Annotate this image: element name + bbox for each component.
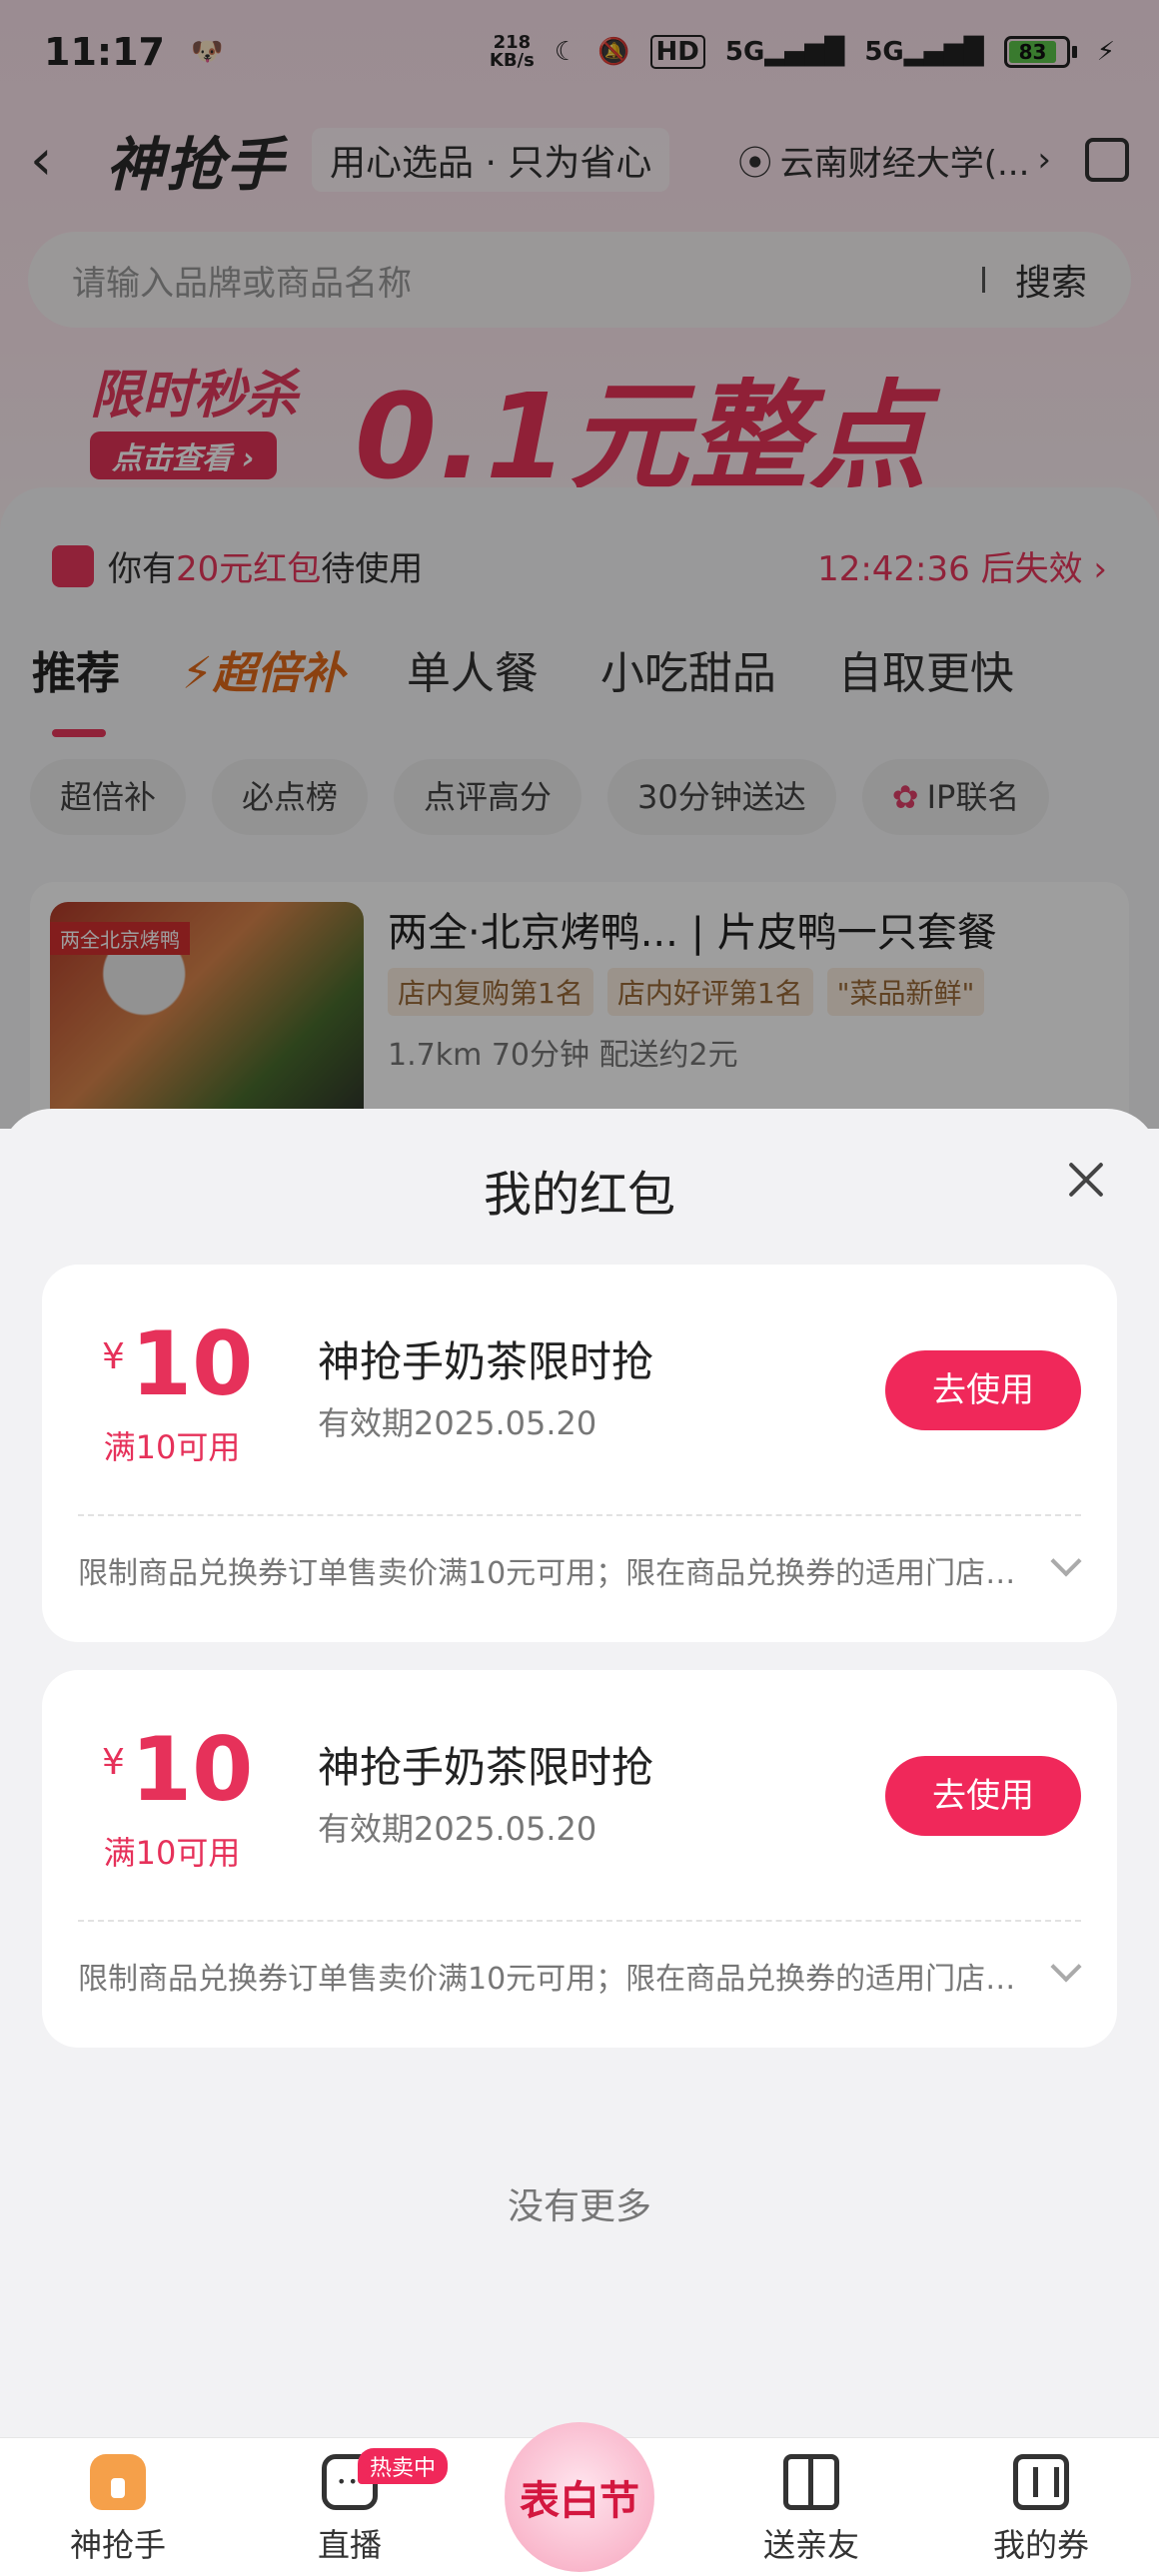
home-icon — [90, 2454, 146, 2510]
coupon-card: ¥10 满10可用 神抢手奶茶限时抢 有效期2025.05.20 去使用 限制商… — [42, 1670, 1117, 2048]
coupon-condition: 满10可用 — [103, 1428, 241, 1466]
tab-live-label: 直播 — [317, 2526, 382, 2564]
dashed-divider — [78, 1920, 1081, 1922]
coupon-title: 神抢手奶茶限时抢 — [318, 1337, 654, 1386]
ticket-icon — [1013, 2454, 1069, 2510]
tab-send-friends-label: 送亲友 — [762, 2526, 859, 2564]
coupon-amount: ¥10 — [102, 1312, 253, 1415]
coupon-condition: 满10可用 — [103, 1834, 241, 1872]
dashed-divider — [78, 1514, 1081, 1516]
coupon-card: ¥10 满10可用 神抢手奶茶限时抢 有效期2025.05.20 去使用 限制商… — [42, 1265, 1117, 1642]
festival-button[interactable]: 表白节 — [505, 2422, 654, 2572]
no-more-text: 没有更多 — [507, 2186, 651, 2227]
modal-overlay[interactable] — [0, 0, 1159, 1129]
tab-home-label: 神抢手 — [69, 2526, 166, 2564]
bottom-tab-bar: 神抢手 ••• 热卖中 直播 表白节 送亲友 我的券 — [0, 2422, 1159, 2576]
chevron-down-icon[interactable] — [1050, 1545, 1082, 1577]
hot-sale-badge: 热卖中 — [358, 2448, 449, 2484]
tab-my-coupons-label: 我的券 — [992, 2526, 1089, 2564]
coupon-amount: ¥10 — [102, 1718, 253, 1821]
red-packet-sheet: 我的红包 ¥10 满10可用 神抢手奶茶限时抢 有效期2025.05.20 去使… — [0, 1109, 1159, 2437]
tab-my-coupons[interactable]: 我的券 — [941, 2454, 1141, 2566]
chevron-down-icon[interactable] — [1050, 1951, 1082, 1983]
coupon-validity: 有效期2025.05.20 — [318, 1810, 597, 1848]
tab-live[interactable]: ••• 热卖中 直播 — [250, 2448, 450, 2566]
coupon-validity: 有效期2025.05.20 — [318, 1404, 597, 1442]
coupon-value: 10 — [130, 1718, 254, 1821]
sheet-title: 我的红包 — [483, 1167, 675, 1223]
currency-symbol: ¥ — [102, 1742, 125, 1783]
coupon-value: 10 — [130, 1312, 254, 1415]
coupon-rule: 限制商品兑换券订单售卖价满10元可用；限在商品兑换券的适用门店使用 — [78, 1556, 1017, 1591]
tab-send-friends[interactable]: 送亲友 — [711, 2454, 911, 2566]
festival-label: 表白节 — [520, 2478, 639, 2524]
coupon-title: 神抢手奶茶限时抢 — [318, 1743, 654, 1792]
close-icon[interactable] — [1063, 1157, 1109, 1203]
use-coupon-button[interactable]: 去使用 — [885, 1350, 1081, 1430]
currency-symbol: ¥ — [102, 1336, 125, 1377]
use-coupon-button[interactable]: 去使用 — [885, 1756, 1081, 1836]
coupon-rule: 限制商品兑换券订单售卖价满10元可用；限在商品兑换券的适用门店使用 — [78, 1962, 1017, 1997]
tab-home[interactable]: 神抢手 — [18, 2454, 218, 2566]
gift-icon — [783, 2454, 839, 2510]
